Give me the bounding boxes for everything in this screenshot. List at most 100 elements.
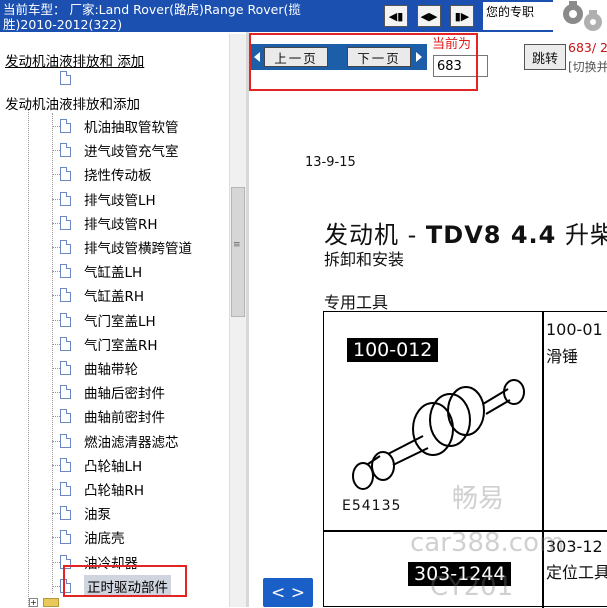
document-icon [60,192,71,206]
table-divider [542,312,544,608]
tree-item-label: 正时驱动部件 [84,575,171,597]
tree-item[interactable]: 排气歧管RH [52,212,158,234]
tool-name: 定位工具 [546,563,607,582]
previous-button[interactable]: ◀▶ [417,5,441,27]
tree-item-label: 挠性传动板 [84,168,152,184]
title-suffix: 升柴 [564,221,607,249]
tree-item[interactable]: 油冷却器 [52,551,138,573]
document-icon [60,530,71,544]
document-icon [60,143,71,157]
document-icon [60,385,71,399]
tree-connector [28,110,29,607]
document-icon [60,313,71,327]
page-number-input[interactable] [433,55,488,77]
right-arrow-icon [416,52,422,62]
document-icon [60,579,71,593]
double-arrow-icon: ◀▶ [420,9,438,23]
scrollbar-thumb[interactable] [231,187,245,317]
tree-scrollbar[interactable]: ≡ [229,34,246,607]
document-icon [60,337,71,351]
previous-page-button[interactable]: 上一页 [264,47,328,67]
top-bar: 当前车型： 厂家:Land Rover(路虎)Range Rover(揽胜)20… [0,0,607,32]
tree-item[interactable]: 进气歧管充气室 [52,139,179,161]
tree-item-label: 油冷却器 [84,556,138,572]
document-icon [60,167,71,181]
tree-item[interactable]: 油泵 [52,502,111,524]
tree-item-label: 油泵 [84,507,111,523]
tree-item[interactable]: 气门室盖LH [52,309,156,331]
tree-item[interactable]: 凸轮轴RH [52,478,144,500]
document-icon [60,240,71,254]
tree-item[interactable]: 曲轴后密封件 [52,381,165,403]
first-page-button[interactable]: ◀▮ [384,5,408,27]
tool-code-badge: 100-012 [347,338,439,362]
tree-item-label: 曲轴前密封件 [84,410,165,426]
document-icon [60,506,71,520]
tree-item[interactable]: 挠性传动板 [52,163,152,185]
tree-item-label: 进气歧管充气室 [84,144,179,160]
tree-item[interactable]: 气门室盖RH [52,333,158,355]
table-divider [324,530,607,532]
tool-code-badge: 303-1244 [408,562,512,586]
tree-item[interactable]: 曲轴前密封件 [52,405,165,427]
tree-item[interactable]: 正时驱动部件 [52,575,171,597]
document-icon [60,361,71,375]
tree-item-label: 凸轮轴LH [84,459,143,475]
tree-item-label: 曲轴带轮 [84,362,138,378]
document-icon [60,409,71,423]
tree-root-doc[interactable] [60,67,84,89]
document-icon [60,555,71,569]
document-icon [60,119,71,133]
expand-icon[interactable]: + [29,598,38,607]
tree-item-label: 曲轴后密封件 [84,386,165,402]
tree-item[interactable]: 排气歧管LH [52,188,156,210]
title-prefix: 发动机 - [324,221,426,249]
document-subtitle: 拆卸和安装 [324,250,405,269]
document-icon [60,264,71,278]
tools-heading: 专用工具 [324,293,389,312]
next-page-button[interactable]: 下一页 [347,47,411,67]
document-icon [60,482,71,496]
grip-icon: ≡ [233,240,241,250]
document-icon [60,434,71,448]
next-button[interactable]: ▮▶ [450,5,474,27]
tree-item[interactable]: 凸轮轴LH [52,454,143,476]
left-arrow-icon [254,52,260,62]
current-page-label: 当前为 [432,37,472,52]
tree-section-label: 发动机油液排放和添加 [5,97,140,113]
tree-item[interactable]: 气缸盖LH [52,260,143,282]
page-total: 683/ 2 [568,40,607,55]
document-icon [60,216,71,230]
tree-item[interactable]: 燃油滤清器滤芯 [52,430,179,452]
document-title: 发动机 - TDV8 4.4 升柴 [324,215,607,250]
skip-forward-icon: ▮▶ [454,9,470,23]
current-vehicle-label: 当前车型： 厂家:Land Rover(路虎)Range Rover(揽胜)20… [3,2,301,32]
title-engine: TDV8 4.4 [425,221,557,249]
tree-item-label: 气门室盖LH [84,314,156,330]
tree-item[interactable]: 油底壳 [52,526,125,548]
tree-item[interactable]: 排气歧管横跨管道 [52,236,192,258]
tree-item[interactable]: 机油抽取管软管 [52,115,179,137]
tool-number: 100-01 [546,320,603,339]
tree-item-label: 油底壳 [84,531,125,547]
tree-item-label: 机油抽取管软管 [84,120,179,136]
document-icon [60,288,71,302]
tree-item[interactable]: 曲轴带轮 [52,357,138,379]
tree-item-label: 气门室盖RH [84,338,158,354]
expert-banner: 您的专职 [483,2,553,30]
tree-item-label: 气缸盖RH [84,289,145,305]
switch-hint[interactable]: [切换并 [568,58,607,75]
gears-icon [553,0,607,32]
jump-button[interactable]: 跳转 [524,44,566,70]
document-icon [60,458,71,472]
tree-connector [52,113,53,593]
tree-item-label: 气缸盖LH [84,265,143,281]
tree-item[interactable]: 气缸盖RH [52,284,145,306]
tool-number: 303-12 [546,537,603,556]
slide-hammer-illustration [352,379,525,490]
figure-reference: E54135 [342,498,402,514]
page-nav-button[interactable]: < > [263,578,313,607]
document-icon [60,71,71,85]
special-tools-table: 100-012 E54135 100-01 滑锤 303-1244 303-12… [323,311,607,608]
tree-item-label: 排气歧管RH [84,217,158,233]
